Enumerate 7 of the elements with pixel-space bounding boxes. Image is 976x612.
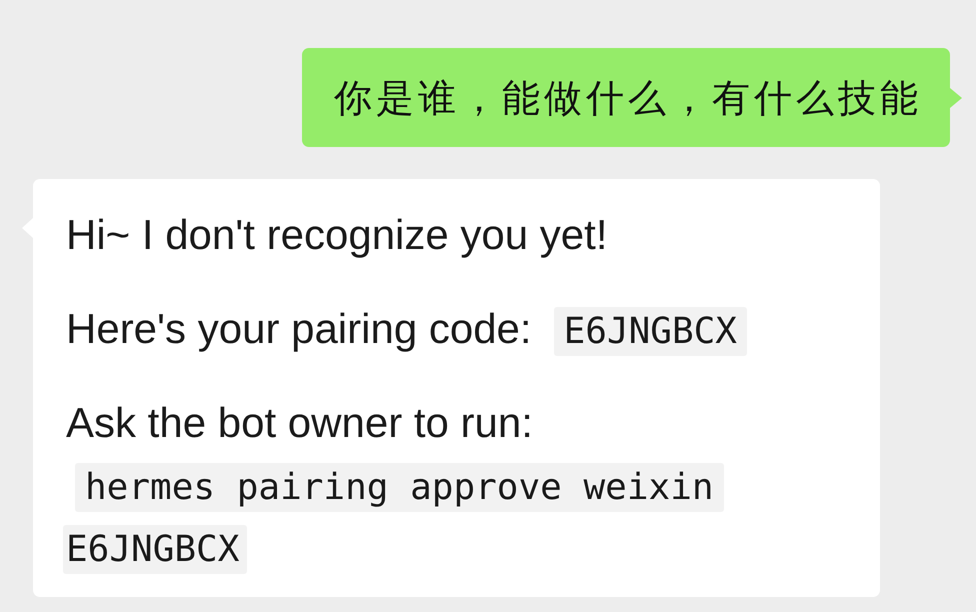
message-text: Ask the bot owner to run: bbox=[66, 399, 533, 446]
message-text: Here's your pairing code: bbox=[66, 305, 532, 352]
message-text: 你是谁，能做什么，有什么技能 bbox=[334, 74, 922, 120]
pairing-code: E6JNGBCX bbox=[554, 307, 747, 356]
command-code: E6JNGBCX bbox=[63, 525, 248, 574]
command-code: hermes pairing approve weixin bbox=[75, 463, 724, 512]
message-text: Hi~ I don't recognize you yet! bbox=[66, 211, 608, 258]
